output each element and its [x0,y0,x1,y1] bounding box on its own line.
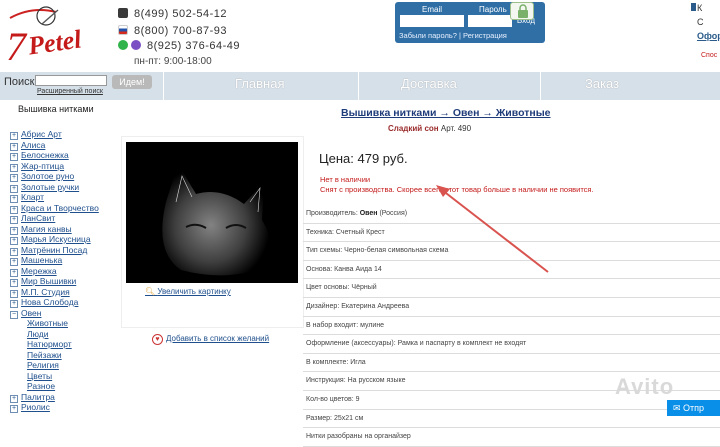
nav-divider [540,72,541,100]
russia-flag-icon [118,25,128,35]
expand-icon[interactable]: + [10,195,18,203]
collapse-icon[interactable]: − [10,310,18,319]
phone-icon [118,8,128,18]
working-hours: пн-пт: 9:00-18:00 [134,56,212,67]
category-item[interactable]: + Абрис Арт [10,129,99,140]
add-to-wishlist-link[interactable]: ♥ Добавить в список желаний [152,334,269,345]
nav-divider [163,72,164,100]
expand-icon[interactable]: + [10,405,18,413]
nav-delivery[interactable]: Доставка [401,76,457,91]
category-item[interactable]: + Нова Слобода [10,297,99,308]
category-list: + Абрис Арт + Алиса + Белоснежка + Жар-птица… [10,129,99,413]
phone-3[interactable]: 8(925) 376-64-49 [118,40,240,52]
email-field[interactable] [400,15,464,27]
annotation-arrow [436,185,549,273]
magnifier-icon: 🔍︎ [145,287,158,296]
expand-icon[interactable]: + [10,300,18,308]
password-field[interactable] [468,15,512,27]
lock-icon [510,2,534,20]
spec-row: В набор входит: мулине [303,317,720,336]
expand-icon[interactable]: + [10,216,18,224]
subcategory-item[interactable]: Люди [10,329,99,340]
subcategory-item[interactable]: Разное [10,381,99,392]
category-item[interactable]: + Риолис [10,402,99,413]
product-image[interactable] [126,142,298,283]
spec-row: Размер: 25x21 см [303,410,720,429]
spec-row: Цвет основы: Чёрный [303,279,720,298]
product-title: Сладкий сон Арт. 490 [388,124,471,133]
category-item[interactable]: + Магия канвы [10,224,99,235]
expand-icon[interactable]: + [10,237,18,245]
category-item[interactable]: + Алиса [10,140,99,151]
spec-row: Нитки разобраны на органайзер [303,428,720,447]
phone-2[interactable]: 8(800) 700-87-93 [118,25,227,37]
category-item[interactable]: + Золотое руно [10,171,99,182]
category-item[interactable]: + Мир Вышивки [10,276,99,287]
product-name: Сладкий сон [388,124,439,133]
site-logo[interactable]: 7 Petel [2,2,110,68]
nav-home[interactable]: Главная [235,76,284,91]
manufacturer-link[interactable]: Овен [360,210,378,217]
avito-watermark: Avito [615,374,675,399]
expand-icon[interactable]: + [10,174,18,182]
category-item[interactable]: + Палитра [10,392,99,403]
category-item[interactable]: + Краса и Творчество [10,203,99,214]
advanced-search-link[interactable]: Расширенный поиск [37,88,103,95]
expand-icon[interactable]: + [10,279,18,287]
spec-row: В комплекте: Игла [303,354,720,373]
product-price: Цена: 479 руб. [319,151,408,166]
expand-icon[interactable]: + [10,258,18,266]
phone-1[interactable]: 8(499) 502-54-12 [118,8,227,20]
logo-text: Petel [25,24,84,60]
spec-row: Дизайнер: Екатерина Андреева [303,298,720,317]
sidebar-title: Вышивка нитками [18,104,94,114]
forgot-register-links[interactable]: Забыли пароль? | Регистрация [399,31,507,40]
nav-divider [358,72,359,100]
viber-icon [131,40,141,50]
category-item-oven[interactable]: − Овен [10,308,99,319]
search-button[interactable]: Идем! [112,75,152,89]
category-item[interactable]: + Машенька [10,255,99,266]
breadcrumb[interactable]: Вышивка нитками → Овен → Животные [341,107,551,119]
cart-icon [691,3,696,11]
spec-row: Оформление (аксессуары): Рамка и паспарт… [303,335,720,354]
zoom-image-link[interactable]: 🔍︎ Увеличить картинку [145,287,231,296]
product-article: Арт. 490 [440,124,472,133]
subcategory-item[interactable]: Животные [10,318,99,329]
subcategory-item[interactable]: Пейзажи [10,350,99,361]
subcategory-item[interactable]: Цветы [10,371,99,382]
category-item[interactable]: + М.П. Студия [10,287,99,298]
logo-seven: 7 [6,24,28,68]
expand-icon[interactable]: + [10,153,18,161]
category-item[interactable]: + Матрёнин Посад [10,245,99,256]
whatsapp-icon [118,40,128,50]
category-item[interactable]: + Мережка [10,266,99,277]
heart-icon: ♥ [152,334,163,345]
email-label: Email [422,5,443,14]
mail-icon: ✉ [673,403,684,413]
subcategory-item[interactable]: Натюрморт [10,339,99,350]
category-item[interactable]: + Кларт [10,192,99,203]
category-item[interactable]: + Марья Искусница [10,234,99,245]
category-item[interactable]: + Золотые ручки [10,182,99,193]
category-item[interactable]: + ЛанСвит [10,213,99,224]
password-label: Пароль [479,5,507,14]
search-input[interactable] [35,75,107,86]
cart-panel[interactable]: К С Офор Спос [691,0,720,60]
category-item[interactable]: + Белоснежка [10,150,99,161]
subcategory-item[interactable]: Религия [10,360,99,371]
expand-icon[interactable]: + [10,132,18,140]
search-label: Поиск [4,76,35,88]
category-item[interactable]: + Жар-птица [10,161,99,172]
nav-order[interactable]: Заказ [585,76,619,91]
send-message-button[interactable]: ✉ Отпр [667,400,720,416]
